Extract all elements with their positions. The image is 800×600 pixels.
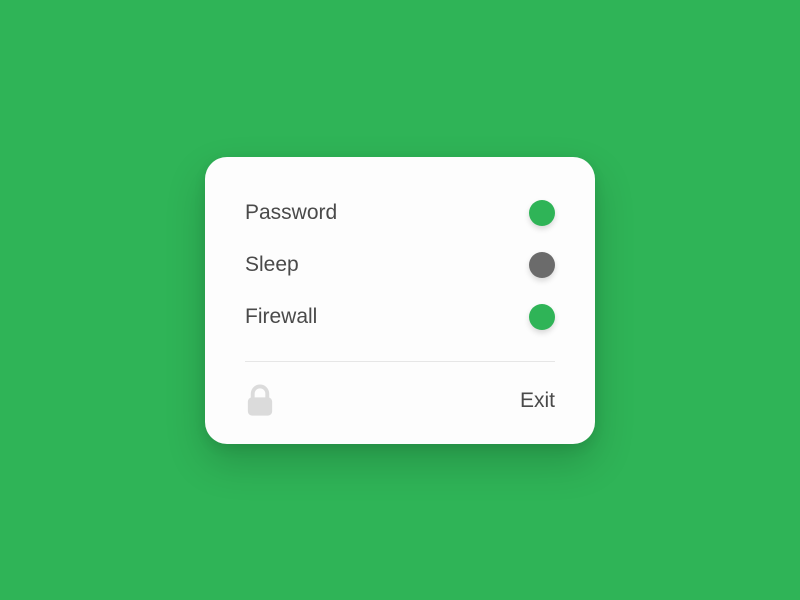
- setting-label: Password: [245, 201, 337, 225]
- settings-list: Password Sleep Firewall: [205, 157, 595, 361]
- toggle-indicator-password[interactable]: [529, 200, 555, 226]
- settings-card: Password Sleep Firewall Exit: [205, 157, 595, 444]
- setting-label: Sleep: [245, 253, 299, 277]
- setting-row-sleep: Sleep: [245, 239, 555, 291]
- setting-row-password: Password: [245, 187, 555, 239]
- setting-row-firewall: Firewall: [245, 291, 555, 343]
- toggle-indicator-sleep[interactable]: [529, 252, 555, 278]
- exit-button[interactable]: Exit: [520, 389, 555, 413]
- setting-label: Firewall: [245, 305, 317, 329]
- toggle-indicator-firewall[interactable]: [529, 304, 555, 330]
- lock-icon[interactable]: [245, 384, 275, 418]
- card-footer: Exit: [205, 362, 595, 444]
